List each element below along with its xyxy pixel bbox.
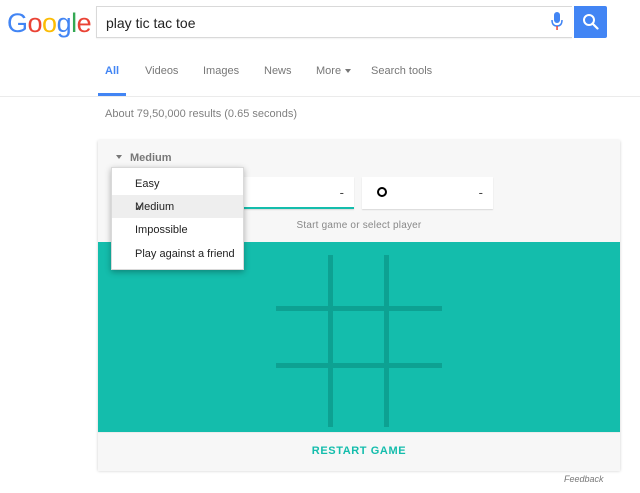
- difficulty-label: Medium: [130, 152, 172, 164]
- menu-item-label: Play against a friend: [135, 248, 235, 260]
- result-stats: About 79,50,000 results (0.65 seconds): [105, 108, 298, 120]
- game-board[interactable]: [98, 242, 620, 432]
- active-tab-indicator: [98, 93, 126, 96]
- google-logo[interactable]: Google: [7, 8, 92, 38]
- search-query-text: play tic tac toe: [106, 15, 196, 31]
- grid-line: [276, 306, 442, 311]
- header: Google play tic tac toe: [0, 0, 640, 47]
- menu-item-play-against-friend[interactable]: Play against a friend: [112, 242, 243, 265]
- logo-letter: G: [7, 8, 28, 38]
- tab-more-label: More: [316, 65, 342, 77]
- difficulty-menu: Easy ✓ Medium Impossible Play against a …: [111, 167, 244, 270]
- tab-videos[interactable]: Videos: [145, 65, 178, 77]
- search-input[interactable]: play tic tac toe: [96, 6, 572, 38]
- grid-line: [276, 363, 442, 368]
- logo-letter: g: [56, 8, 72, 38]
- player-o-panel[interactable]: -: [362, 177, 493, 209]
- search-tabs: All Videos Images News More Search tools: [0, 47, 640, 97]
- chevron-down-icon: [345, 69, 352, 73]
- menu-item-easy[interactable]: Easy: [112, 172, 243, 195]
- search-button[interactable]: [574, 6, 607, 38]
- microphone-icon[interactable]: [551, 12, 563, 32]
- caret-down-icon: [116, 155, 122, 159]
- tab-search-tools[interactable]: Search tools: [371, 65, 432, 77]
- menu-item-medium[interactable]: ✓ Medium: [112, 195, 243, 218]
- player-x-score: -: [339, 185, 344, 200]
- menu-item-label: Medium: [135, 201, 175, 213]
- search-icon: [583, 14, 599, 30]
- logo-letter: e: [76, 8, 92, 38]
- grid-line: [384, 255, 389, 427]
- difficulty-selector[interactable]: Medium: [116, 152, 172, 164]
- logo-letter: o: [42, 8, 57, 38]
- tab-all[interactable]: All: [105, 65, 119, 77]
- restart-game-label: RESTART GAME: [311, 445, 407, 457]
- grid-line: [328, 255, 333, 427]
- tab-more[interactable]: More: [316, 65, 352, 77]
- menu-item-impossible[interactable]: Impossible: [112, 218, 243, 241]
- feedback-link[interactable]: Feedback: [564, 474, 604, 484]
- menu-item-label: Impossible: [135, 224, 188, 236]
- tab-news[interactable]: News: [264, 65, 292, 77]
- player-o-score: -: [478, 185, 483, 200]
- menu-item-label: Easy: [135, 178, 160, 190]
- restart-game-button[interactable]: RESTART GAME: [98, 432, 620, 471]
- logo-letter: o: [27, 8, 43, 38]
- player-x-panel[interactable]: -: [242, 177, 354, 209]
- tab-images[interactable]: Images: [203, 65, 239, 77]
- o-mark-icon: [377, 187, 387, 197]
